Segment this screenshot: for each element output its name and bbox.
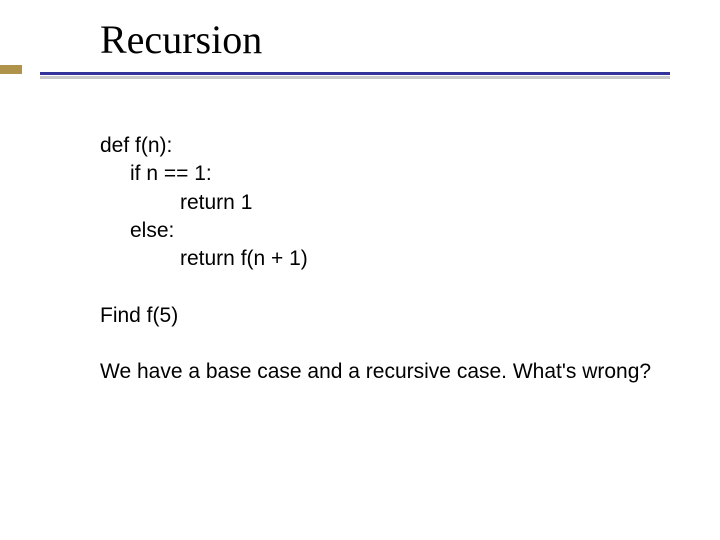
rule-accent: [0, 65, 22, 74]
slide-title: Recursion: [100, 18, 680, 62]
question-line: We have a base case and a recursive case…: [100, 358, 680, 386]
code-line-2: if n == 1:: [100, 160, 680, 188]
code-block: def f(n): if n == 1: return 1 else: retu…: [100, 132, 680, 274]
slide: Recursion def f(n): if n == 1: return 1 …: [0, 0, 720, 540]
code-line-1: def f(n):: [100, 132, 680, 160]
code-line-4: else:: [100, 217, 680, 245]
code-line-3: return 1: [100, 189, 680, 217]
title-rule: [40, 72, 670, 82]
code-line-5: return f(n + 1): [100, 245, 680, 273]
slide-body: def f(n): if n == 1: return 1 else: retu…: [100, 132, 680, 386]
rule-main: [40, 72, 670, 75]
find-line: Find f(5): [100, 302, 680, 330]
rule-shadow: [40, 76, 670, 79]
